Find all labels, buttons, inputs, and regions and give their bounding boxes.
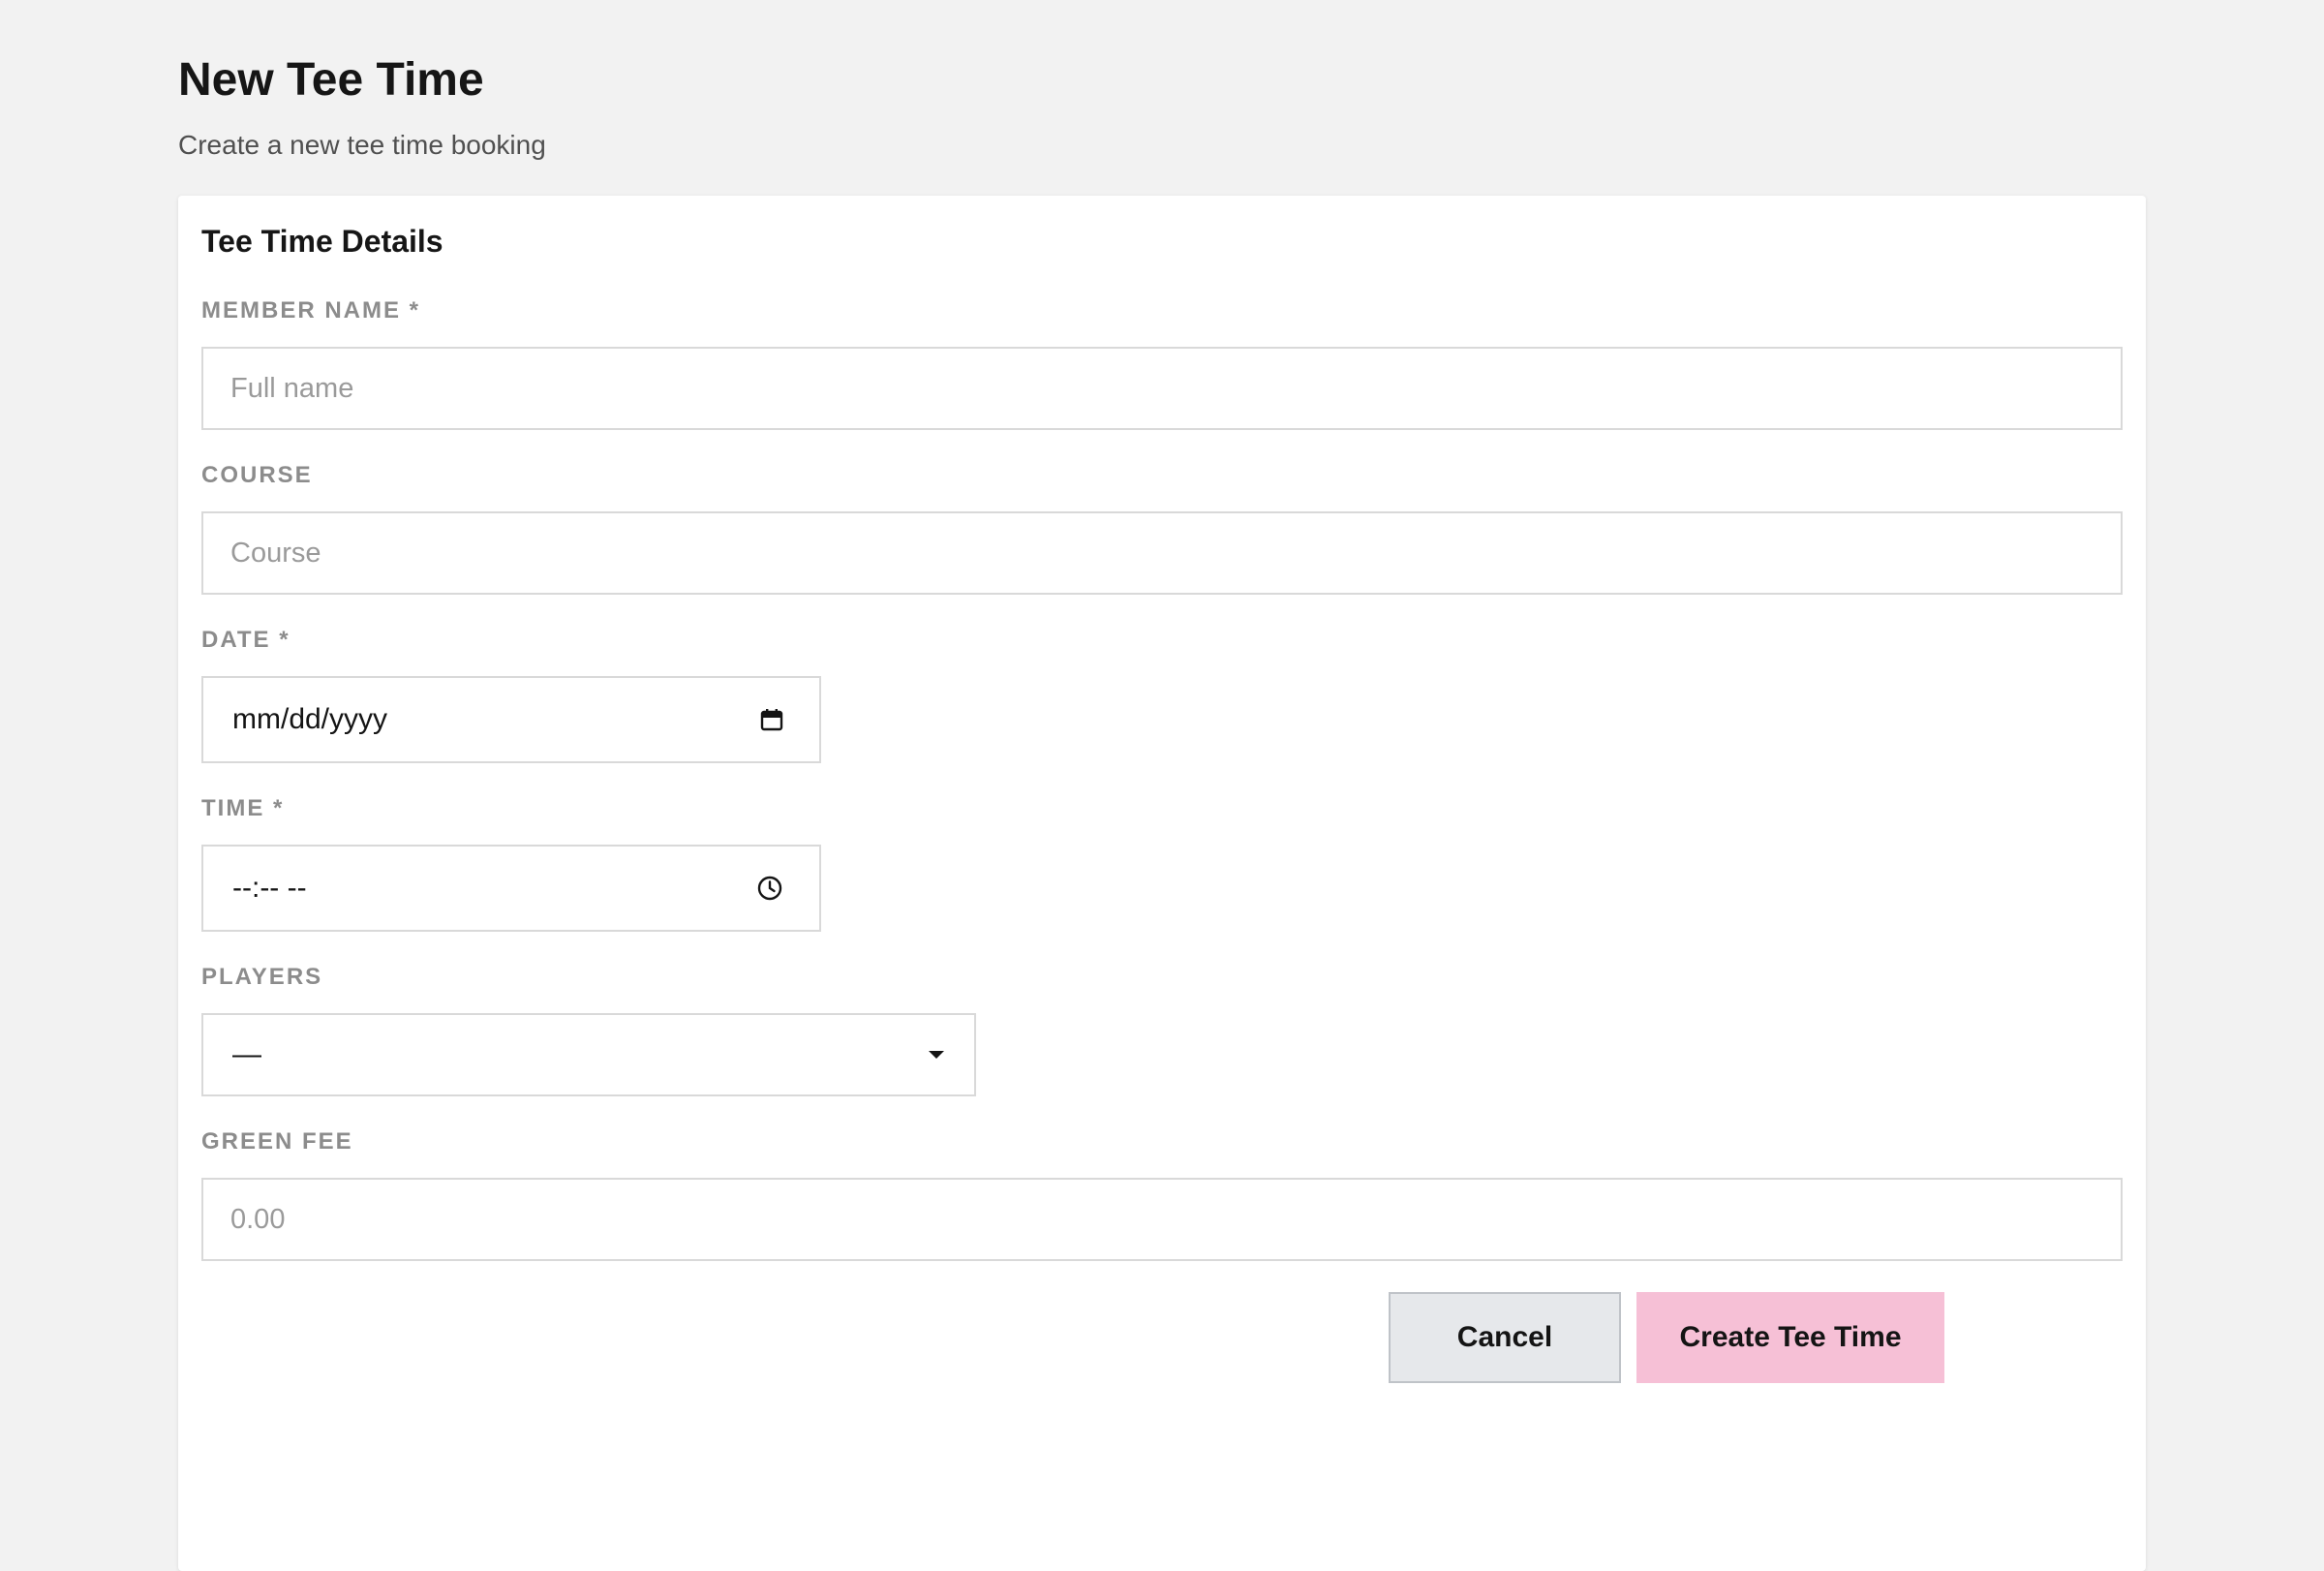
date-input-value: mm/dd/yyyy: [232, 703, 388, 735]
course-field: [201, 511, 2123, 595]
card-title: Tee Time Details: [201, 224, 443, 259]
member-name-field: [201, 347, 2123, 430]
course-label: COURSE: [201, 462, 313, 488]
page-title: New Tee Time: [178, 54, 484, 106]
players-label: PLAYERS: [201, 964, 323, 990]
green-fee-input[interactable]: [203, 1180, 2121, 1259]
time-input[interactable]: --:-- --: [201, 845, 821, 932]
players-select[interactable]: —: [201, 1013, 976, 1096]
course-input[interactable]: [203, 513, 2121, 593]
green-fee-field: [201, 1178, 2123, 1261]
page-subtitle: Create a new tee time booking: [178, 130, 546, 160]
create-tee-time-button[interactable]: Create Tee Time: [1636, 1292, 1944, 1383]
caret-down-icon: [922, 1040, 951, 1069]
calendar-icon[interactable]: [757, 705, 786, 734]
cancel-button[interactable]: Cancel: [1389, 1292, 1621, 1383]
players-selected-value: —: [232, 1038, 261, 1070]
member-name-input[interactable]: [203, 349, 2121, 428]
green-fee-label: GREEN FEE: [201, 1128, 353, 1155]
date-label: DATE *: [201, 627, 290, 653]
time-input-value: --:-- --: [232, 872, 307, 904]
member-name-label: MEMBER NAME *: [201, 297, 421, 323]
time-label: TIME *: [201, 795, 285, 821]
clock-icon[interactable]: [755, 874, 784, 903]
date-input[interactable]: mm/dd/yyyy: [201, 676, 821, 763]
